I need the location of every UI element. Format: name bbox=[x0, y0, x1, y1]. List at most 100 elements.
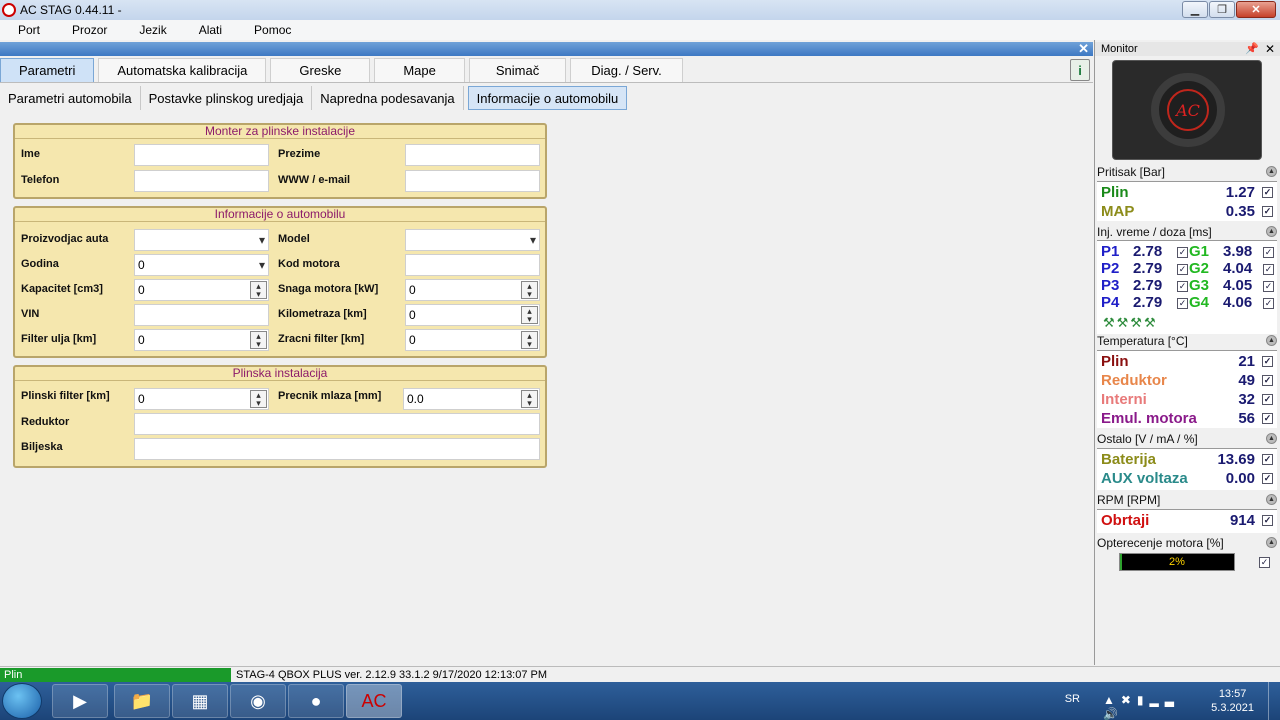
kapacitet-stepper[interactable]: 0 ▴ ▾ bbox=[134, 279, 269, 301]
obrtaji-checkbox[interactable]: ✓ bbox=[1262, 515, 1273, 526]
minimize-button[interactable]: ▁ bbox=[1182, 1, 1208, 18]
menu-jezik[interactable]: Jezik bbox=[121, 23, 180, 37]
subtab-parametri-automobila[interactable]: Parametri automobila bbox=[0, 86, 141, 110]
godina-dropdown[interactable]: 0 bbox=[134, 254, 269, 276]
inj-g1-checkbox[interactable]: ✓ bbox=[1263, 247, 1274, 258]
temp-reduktor-label: Reduktor bbox=[1101, 372, 1167, 389]
inj-p1-checkbox[interactable]: ✓ bbox=[1177, 247, 1188, 258]
inj-g3-checkbox[interactable]: ✓ bbox=[1263, 281, 1274, 292]
menu-alati[interactable]: Alati bbox=[181, 23, 236, 37]
temp-emul-label: Emul. motora bbox=[1101, 410, 1197, 427]
close-window-button[interactable]: ✕ bbox=[1236, 1, 1276, 18]
panel-auto-title: Informacije o automobilu bbox=[15, 208, 545, 222]
ime-input[interactable] bbox=[134, 144, 269, 166]
inj-g4-checkbox[interactable]: ✓ bbox=[1263, 298, 1274, 309]
reduktor-input[interactable] bbox=[134, 413, 540, 435]
media-player-icon[interactable]: ▶ bbox=[52, 684, 108, 718]
inj-title-text: Inj. vreme / doza [ms] bbox=[1097, 225, 1212, 239]
snaga-value: 0 bbox=[409, 283, 416, 297]
inj-p4-checkbox[interactable]: ✓ bbox=[1177, 298, 1188, 309]
menu-pomoc[interactable]: Pomoc bbox=[236, 23, 305, 37]
tab-greske[interactable]: Greske bbox=[270, 58, 371, 82]
telefon-input[interactable] bbox=[134, 170, 269, 192]
collapse-icon[interactable]: ▲ bbox=[1266, 166, 1277, 177]
load-title: Opterecenje motora [%] ▲ bbox=[1097, 536, 1277, 550]
subtab-informacije-o-automobilu[interactable]: Informacije o automobilu bbox=[467, 86, 628, 110]
plin-label: Plin bbox=[1101, 184, 1129, 201]
tab-snimac[interactable]: Snimač bbox=[468, 58, 567, 82]
www-email-input[interactable] bbox=[405, 170, 540, 192]
collapse-icon[interactable]: ▲ bbox=[1266, 335, 1277, 346]
file-explorer-icon[interactable]: 📁 bbox=[114, 684, 170, 718]
inj-p3-label: P3 bbox=[1101, 277, 1120, 294]
filter-ulja-stepper[interactable]: 0 ▴ ▾ bbox=[134, 329, 269, 351]
tray-icons[interactable]: ▲✖▮▂▃🔊 bbox=[1103, 693, 1180, 720]
record-icon[interactable]: ● bbox=[288, 684, 344, 718]
subtab-postavke-plinskog-uredjaja[interactable]: Postavke plinskog uredjaja bbox=[141, 86, 313, 110]
inj-p2-checkbox[interactable]: ✓ bbox=[1177, 264, 1188, 275]
close-icon[interactable]: ✕ bbox=[1078, 42, 1089, 56]
subtab-napredna-podesavanja[interactable]: Napredna podesavanja bbox=[312, 86, 464, 110]
collapse-icon[interactable]: ▲ bbox=[1266, 433, 1277, 444]
map-checkbox[interactable]: ✓ bbox=[1262, 206, 1273, 217]
title-bar: AC STAG 0.44.11 - ▁ ❐ ✕ bbox=[0, 0, 1280, 20]
temp-emul-checkbox[interactable]: ✓ bbox=[1262, 413, 1273, 424]
aux-voltaza-checkbox[interactable]: ✓ bbox=[1262, 473, 1273, 484]
tab-automatska-kalibracija[interactable]: Automatska kalibracija bbox=[98, 58, 267, 82]
model-dropdown[interactable] bbox=[405, 229, 540, 251]
tab-diag-serv[interactable]: Diag. / Serv. bbox=[570, 58, 683, 82]
tab-parametri[interactable]: Parametri bbox=[0, 58, 95, 82]
menu-prozor[interactable]: Prozor bbox=[54, 23, 121, 37]
plin-checkbox[interactable]: ✓ bbox=[1262, 187, 1273, 198]
baterija-checkbox[interactable]: ✓ bbox=[1262, 454, 1273, 465]
temp-interni-label: Interni bbox=[1101, 391, 1147, 408]
vin-input[interactable] bbox=[134, 304, 269, 326]
load-checkbox[interactable]: ✓ bbox=[1259, 557, 1270, 568]
spin-icon[interactable]: ▴ ▾ bbox=[250, 390, 267, 408]
temp-interni-checkbox[interactable]: ✓ bbox=[1262, 394, 1273, 405]
close-icon[interactable]: ✕ bbox=[1265, 42, 1275, 56]
language-indicator[interactable]: SR bbox=[1065, 693, 1080, 705]
pritisak-title: Pritisak [Bar] ▲ bbox=[1097, 165, 1277, 179]
proizvodjac-dropdown[interactable] bbox=[134, 229, 269, 251]
tab-mape[interactable]: Mape bbox=[374, 58, 465, 82]
collapse-icon[interactable]: ▲ bbox=[1266, 226, 1277, 237]
prezime-input[interactable] bbox=[405, 144, 540, 166]
kod-motora-input[interactable] bbox=[405, 254, 540, 276]
snaga-stepper[interactable]: 0 ▴ ▾ bbox=[405, 279, 540, 301]
label-www: WWW / e-mail bbox=[278, 174, 351, 186]
inj-g2-checkbox[interactable]: ✓ bbox=[1263, 264, 1274, 275]
spin-icon[interactable]: ▴ ▾ bbox=[521, 331, 538, 349]
collapse-icon[interactable]: ▲ bbox=[1266, 494, 1277, 505]
menu-port[interactable]: Port bbox=[0, 23, 54, 37]
temp-reduktor-checkbox[interactable]: ✓ bbox=[1262, 375, 1273, 386]
spin-icon[interactable]: ▴ ▾ bbox=[250, 331, 267, 349]
calculator-icon[interactable]: ▦ bbox=[172, 684, 228, 718]
ac-stag-taskbar-icon[interactable]: AC bbox=[346, 684, 402, 718]
inj-g1-value: 3.98 bbox=[1223, 243, 1253, 260]
clock[interactable]: 13:57 5.3.2021 bbox=[1211, 687, 1254, 715]
temp-plin-checkbox[interactable]: ✓ bbox=[1262, 356, 1273, 367]
obrtaji-label: Obrtaji bbox=[1101, 512, 1150, 529]
spin-icon[interactable]: ▴ ▾ bbox=[521, 281, 538, 299]
chrome-icon[interactable]: ◉ bbox=[230, 684, 286, 718]
spin-icon[interactable]: ▴ ▾ bbox=[521, 306, 538, 324]
zracni-filter-stepper[interactable]: 0 ▴ ▾ bbox=[405, 329, 540, 351]
spin-icon[interactable]: ▴ ▾ bbox=[250, 281, 267, 299]
inj-p1-value: 2.78 bbox=[1133, 243, 1163, 260]
temp-title: Temperatura [°C] ▲ bbox=[1097, 334, 1277, 348]
kilometraza-stepper[interactable]: 0 ▴ ▾ bbox=[405, 304, 540, 326]
info-button[interactable]: i bbox=[1070, 59, 1090, 81]
inj-p3-checkbox[interactable]: ✓ bbox=[1177, 281, 1188, 292]
pin-icon[interactable]: 📌 bbox=[1245, 42, 1259, 56]
collapse-icon[interactable]: ▲ bbox=[1266, 537, 1277, 548]
show-desktop-button[interactable] bbox=[1268, 682, 1280, 720]
start-button[interactable] bbox=[2, 683, 42, 719]
maximize-button[interactable]: ❐ bbox=[1209, 1, 1235, 18]
biljeska-input[interactable] bbox=[134, 438, 540, 460]
inj-g2-label: G2 bbox=[1189, 260, 1210, 277]
spin-icon[interactable]: ▴ ▾ bbox=[521, 390, 538, 408]
plinski-filter-stepper[interactable]: 0 ▴ ▾ bbox=[134, 388, 269, 410]
label-kod-motora: Kod motora bbox=[278, 258, 340, 270]
precnik-mlaza-stepper[interactable]: 0.0 ▴ ▾ bbox=[403, 388, 540, 410]
